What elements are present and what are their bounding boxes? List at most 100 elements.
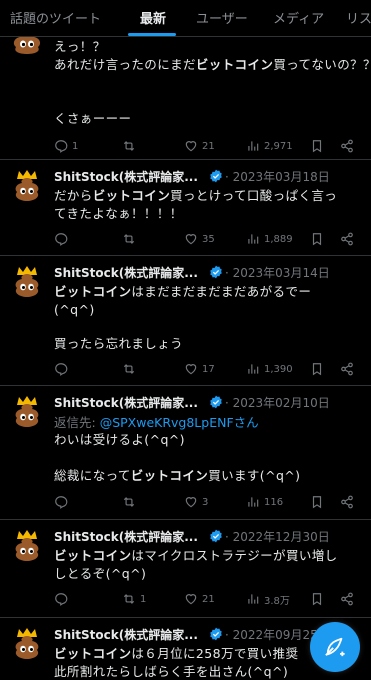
share-icon[interactable] — [340, 591, 354, 607]
retweet-button[interactable] — [122, 138, 140, 154]
tweet-item[interactable]: ShitStock(株式評論家... · 2023年03月18日 だからビットコ… — [0, 160, 371, 256]
reply-count: 1 — [72, 140, 79, 152]
tab-latest[interactable]: 最新 — [140, 8, 166, 27]
active-tab-indicator — [128, 33, 176, 36]
view-count: 2,971 — [264, 140, 293, 152]
tab-media[interactable]: メディア — [273, 8, 324, 27]
retweet-button[interactable] — [122, 494, 140, 510]
views-button[interactable]: 1,390 — [246, 361, 293, 377]
reply-label: 返信先: — [54, 415, 100, 430]
bookmark-icon[interactable] — [310, 361, 324, 377]
verified-badge-icon — [210, 265, 222, 279]
author-name[interactable]: ShitStock(株式評論家... — [54, 264, 198, 281]
reply-button[interactable] — [54, 494, 72, 510]
retweet-button[interactable] — [122, 231, 140, 247]
tweet-item[interactable]: ShitStock(株式評論家... · 2022年12月30日 ビットコインは… — [0, 520, 371, 618]
crowned-poop-avatar[interactable] — [10, 394, 44, 428]
like-count: 35 — [202, 233, 215, 245]
view-count: 116 — [264, 496, 284, 508]
bookmark-icon[interactable] — [310, 494, 324, 510]
heart-icon — [185, 141, 197, 152]
bookmark-icon[interactable] — [310, 138, 324, 154]
tweet-text-line: ビットコインはまだまだまだまだあがるでー — [54, 284, 312, 299]
reply-icon — [55, 140, 68, 153]
author-name[interactable]: ShitStock(株式評論家... — [54, 394, 198, 411]
tweet-text-line: てきたよなぁ！！！！ — [54, 206, 183, 221]
tweet-actions: 1 21 3.8万 — [54, 591, 364, 607]
views-button[interactable]: 1,889 — [246, 231, 293, 247]
like-button[interactable]: 21 — [184, 591, 215, 607]
reply-button[interactable] — [54, 231, 72, 247]
tweet-item[interactable]: ShitStock(株式評論家... · 2023年03月14日 ビットコインは… — [0, 256, 371, 386]
views-chart-icon — [248, 234, 259, 244]
tweet-date[interactable]: · 2023年03月14日 — [225, 264, 330, 281]
tweet-text-line: (^q^) — [54, 302, 95, 317]
view-count: 3.8万 — [264, 595, 290, 607]
retweet-icon — [123, 234, 135, 244]
tweet-text-line: あれだけ言ったのにまだビットコイン買ってないの？？ — [54, 57, 371, 72]
reply-icon — [55, 363, 68, 376]
tweet-text-line: わいは受けるよ(^q^) — [54, 432, 185, 447]
heart-icon — [185, 594, 197, 605]
share-icon[interactable] — [340, 494, 354, 510]
tweet-text-line: しとるぞ(^q^) — [54, 566, 147, 581]
share-icon[interactable] — [340, 361, 354, 377]
retweet-button[interactable]: 1 — [122, 591, 146, 607]
tweet-text-line: くさぁーーー — [54, 111, 132, 126]
tweet-actions: 1 21 2,971 — [54, 138, 364, 154]
views-chart-icon — [248, 364, 259, 374]
crowned-poop-avatar[interactable] — [10, 264, 44, 298]
crowned-poop-avatar[interactable] — [10, 168, 44, 202]
bookmark-icon[interactable] — [310, 591, 324, 607]
verified-badge-icon — [210, 627, 222, 641]
tweet-date[interactable]: · 2023年03月18日 — [225, 168, 330, 185]
reply-button[interactable] — [54, 591, 72, 607]
tweet-actions: 3 116 — [54, 494, 364, 510]
heart-icon — [185, 497, 197, 508]
crowned-poop-avatar[interactable] — [10, 626, 44, 660]
tab-users[interactable]: ユーザー — [196, 8, 248, 27]
verified-badge-icon — [210, 395, 222, 409]
tab-lists[interactable]: リス — [346, 8, 371, 27]
like-count: 21 — [202, 593, 215, 605]
reply-button[interactable]: 1 — [54, 138, 78, 154]
tweet-date[interactable]: · 2022年12月30日 — [225, 528, 330, 545]
tab-top[interactable]: 話題のツイート — [10, 8, 101, 27]
views-chart-icon — [248, 141, 259, 151]
views-button[interactable]: 116 — [246, 494, 283, 510]
reply-context: 返信先: @SPXweKRvg8LpENFさん — [54, 412, 259, 431]
tweet-actions: 35 1,889 — [54, 231, 364, 247]
reply-icon — [55, 233, 68, 246]
reply-button[interactable] — [54, 361, 72, 377]
retweet-count: 1 — [140, 593, 147, 605]
retweet-button[interactable] — [122, 361, 140, 377]
view-count: 1,390 — [264, 363, 293, 375]
verified-badge-icon — [210, 169, 222, 183]
share-icon[interactable] — [340, 231, 354, 247]
like-button[interactable]: 35 — [184, 231, 215, 247]
tweet-text-line: だからビットコイン買っとけって口酸っぱく言っ — [54, 188, 338, 203]
author-name[interactable]: ShitStock(株式評論家... — [54, 168, 198, 185]
reply-icon — [55, 496, 68, 509]
like-button[interactable]: 21 — [184, 138, 215, 154]
like-button[interactable]: 17 — [184, 361, 215, 377]
view-count: 1,889 — [264, 233, 293, 245]
tweet-text-line: 買ったら忘れましょう — [54, 336, 184, 351]
author-name[interactable]: ShitStock(株式評論家... — [54, 626, 198, 643]
share-icon[interactable] — [340, 138, 354, 154]
compose-tweet-button[interactable] — [310, 622, 360, 672]
reply-icon — [55, 593, 68, 606]
views-button[interactable]: 2,971 — [246, 138, 293, 154]
like-count: 3 — [202, 496, 209, 508]
tweet-item[interactable]: ShitStock(株式評論家... · 2023年02月10日 返信先: @S… — [0, 386, 371, 520]
crowned-poop-avatar[interactable] — [10, 528, 44, 562]
views-chart-icon — [248, 594, 259, 604]
tweet-text-line: えっ！？ — [54, 39, 106, 54]
reply-mention-link[interactable]: @SPXweKRvg8LpENFさん — [100, 415, 259, 430]
bookmark-icon[interactable] — [310, 231, 324, 247]
author-name[interactable]: ShitStock(株式評論家... — [54, 528, 198, 545]
like-button[interactable]: 3 — [184, 494, 208, 510]
views-button[interactable]: 3.8万 — [246, 591, 290, 607]
views-chart-icon — [248, 497, 259, 507]
tweet-date[interactable]: · 2023年02月10日 — [225, 394, 330, 411]
